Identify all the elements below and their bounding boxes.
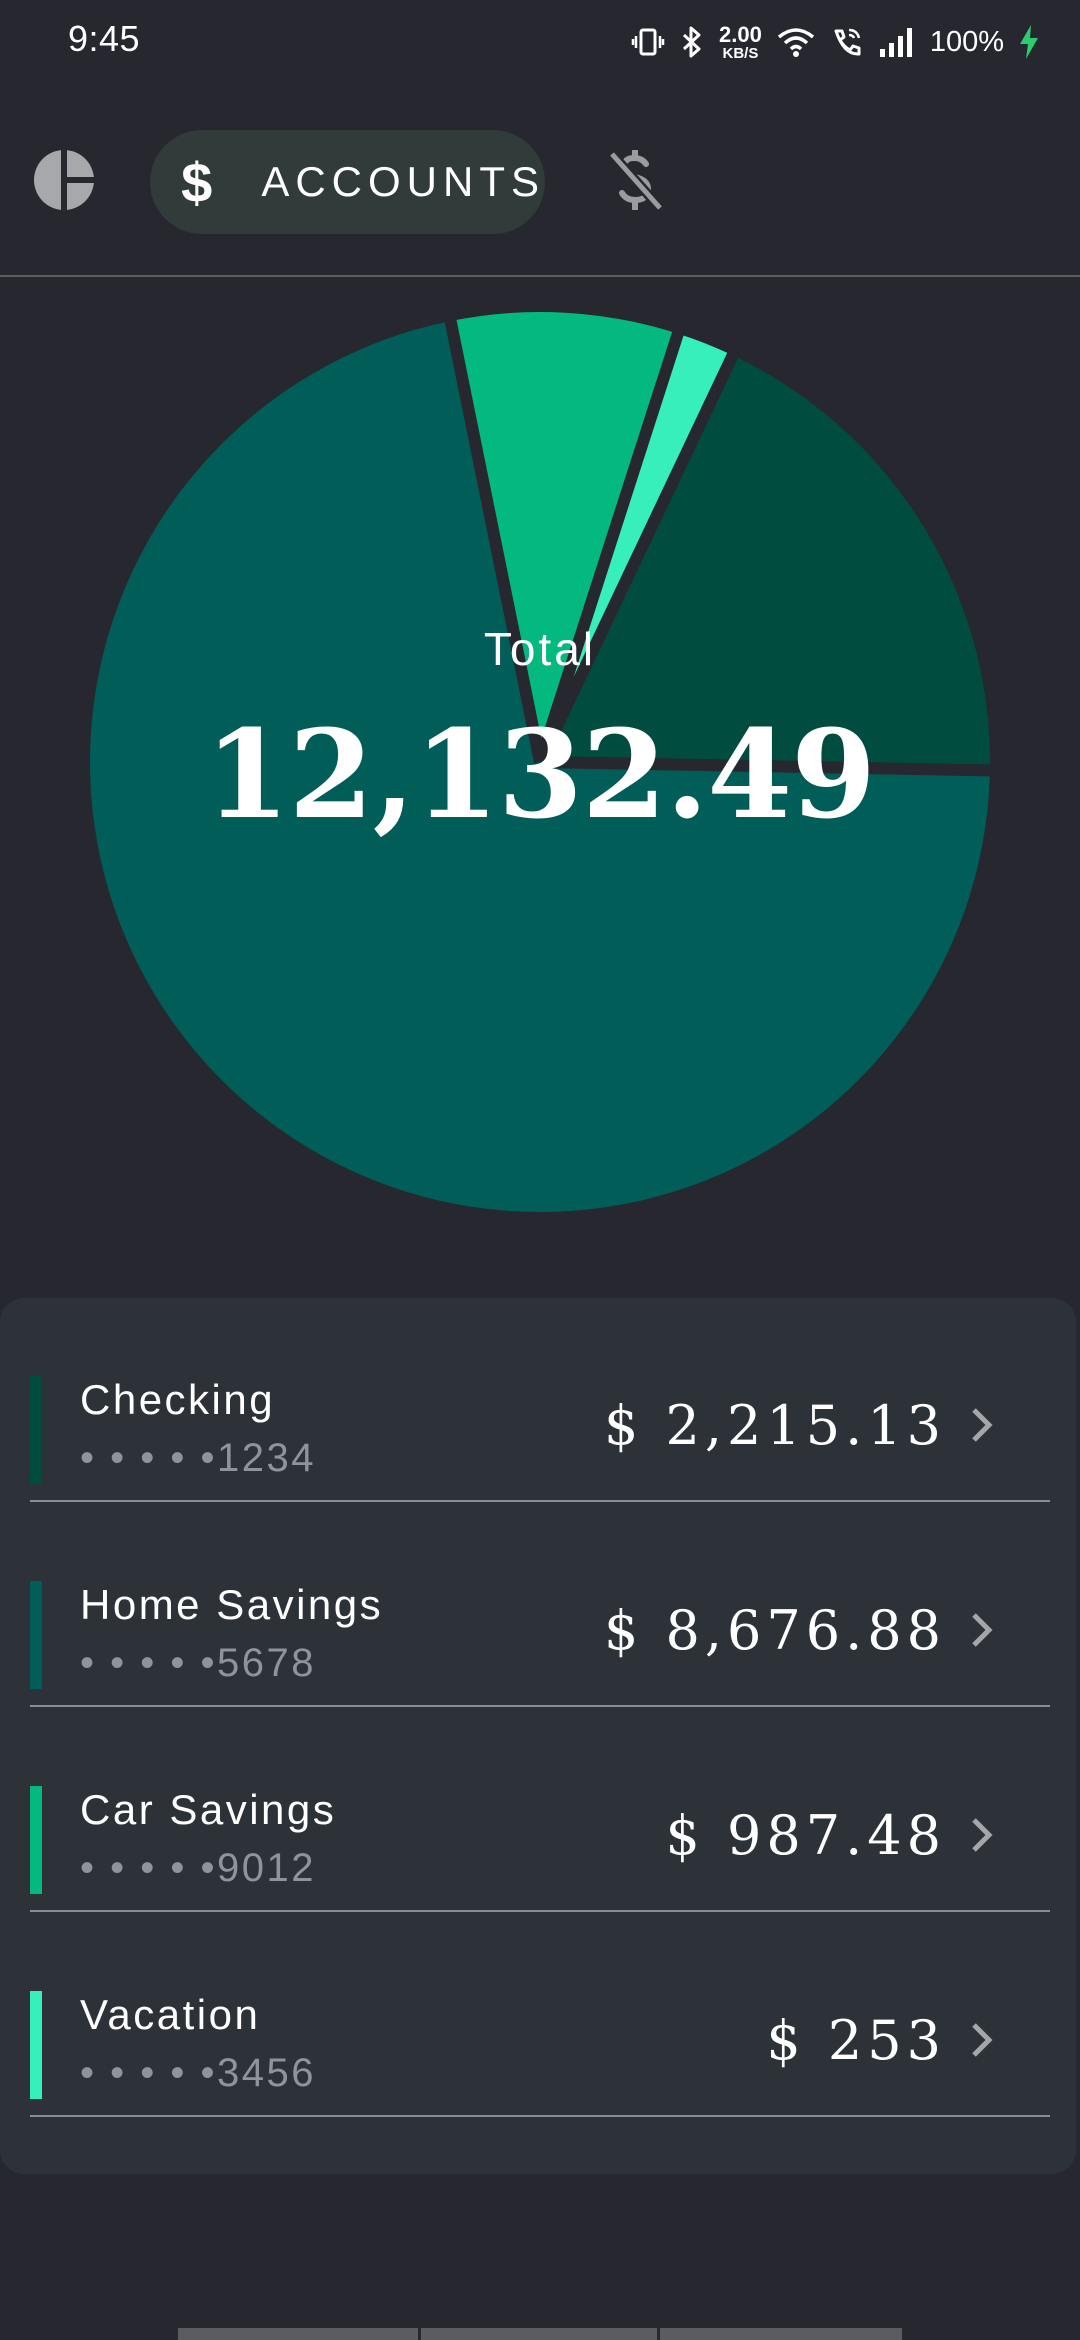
wifi-calling-icon <box>830 25 864 59</box>
account-row-vacation[interactable]: Vacation • • • • •3456 $ 253 <box>30 1913 1050 2117</box>
chevron-right-icon <box>970 1406 994 1449</box>
status-icons: 2.00 KB/S 100% <box>631 16 1040 68</box>
accounts-pie-chart: Total 12,132.49 <box>0 277 1080 1247</box>
network-speed: 2.00 KB/S <box>719 21 762 62</box>
account-name: Car Savings <box>80 1786 337 1833</box>
tab-bar: $ ACCOUNTS <box>0 120 1080 244</box>
dollar-icon: $ <box>181 150 213 214</box>
total-value: 12,132.49 <box>204 702 876 846</box>
account-amount: $ 8,676.88 <box>604 1599 946 1662</box>
tab-accounts[interactable]: $ ACCOUNTS <box>150 130 545 234</box>
battery-percent: 100% <box>929 25 1004 58</box>
network-speed-value: 2.00 <box>719 21 762 47</box>
account-masked-number: • • • • •9012 <box>80 1846 316 1890</box>
wifi-icon <box>776 25 816 59</box>
network-speed-unit: KB/S <box>722 44 759 62</box>
app-screen: 9:45 2.00 KB/S 100% $ ACCOUNTS Total 12,… <box>0 0 1080 2340</box>
account-amount: $ 2,215.13 <box>604 1394 946 1457</box>
account-masked-number: • • • • •3456 <box>80 2051 316 2095</box>
nav-gesture-handle[interactable] <box>660 2328 902 2340</box>
status-time: 9:45 <box>68 18 141 59</box>
tab-bills[interactable] <box>604 148 668 212</box>
tab-accounts-label: ACCOUNTS <box>261 158 545 205</box>
status-bar: 9:45 2.00 KB/S 100% <box>0 0 1080 84</box>
chevron-right-icon <box>970 1816 994 1859</box>
no-money-icon <box>604 150 668 216</box>
account-color-stripe <box>30 1786 42 1894</box>
chevron-right-icon <box>970 2021 994 2064</box>
row-divider <box>30 1500 1050 1502</box>
row-divider <box>30 2115 1050 2117</box>
account-color-stripe <box>30 1991 42 2099</box>
total-label: Total <box>483 623 597 675</box>
account-masked-number: • • • • •5678 <box>80 1641 316 1685</box>
vibrate-icon <box>631 25 665 59</box>
nav-gesture-handle[interactable] <box>421 2328 657 2340</box>
account-row-checking[interactable]: Checking • • • • •1234 $ 2,215.13 <box>30 1298 1050 1502</box>
nav-gesture-handle[interactable] <box>178 2328 418 2340</box>
bluetooth-icon <box>679 25 705 59</box>
account-row-home-savings[interactable]: Home Savings • • • • •5678 $ 8,676.88 <box>30 1503 1050 1707</box>
pie-chart-icon <box>32 148 96 216</box>
chevron-right-icon <box>970 1611 994 1654</box>
account-color-stripe <box>30 1376 42 1484</box>
account-name: Home Savings <box>80 1581 384 1628</box>
signal-icon <box>878 25 916 59</box>
account-amount: $ 253 <box>766 2009 946 2072</box>
account-row-car-savings[interactable]: Car Savings • • • • •9012 $ 987.48 <box>30 1708 1050 1912</box>
row-divider <box>30 1910 1050 1912</box>
tab-overview[interactable] <box>32 148 96 212</box>
account-masked-number: • • • • •1234 <box>80 1436 316 1480</box>
accounts-card: Checking • • • • •1234 $ 2,215.13 Home S… <box>0 1298 1076 2174</box>
row-divider <box>30 1705 1050 1707</box>
battery-charging-icon <box>1018 24 1040 60</box>
account-name: Checking <box>80 1376 276 1423</box>
account-name: Vacation <box>80 1991 261 2038</box>
account-amount: $ 987.48 <box>665 1804 946 1867</box>
account-color-stripe <box>30 1581 42 1689</box>
